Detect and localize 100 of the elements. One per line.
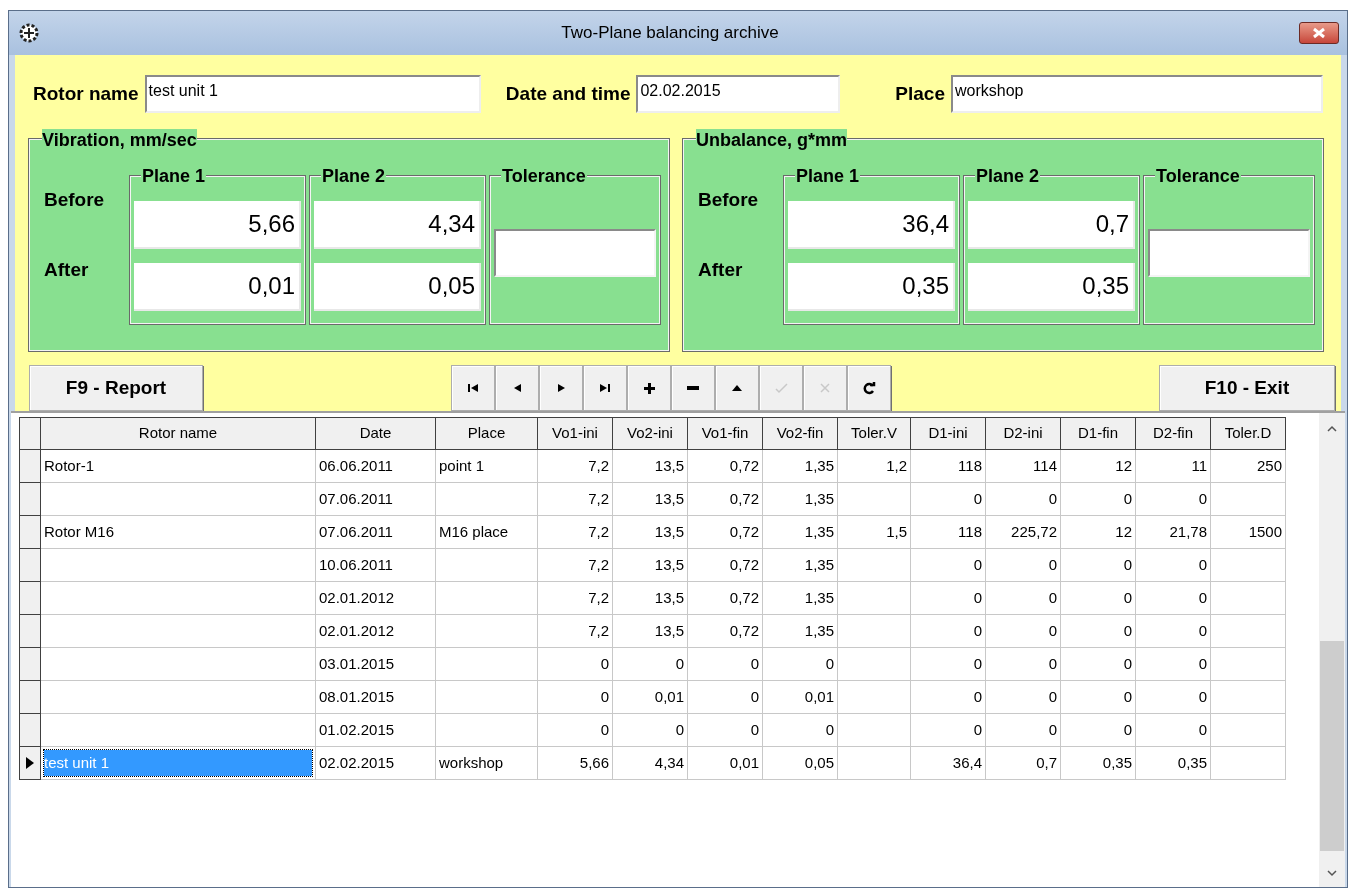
table-cell: Rotor-1: [41, 450, 316, 483]
column-header[interactable]: D2-fin: [1136, 417, 1211, 450]
column-header[interactable]: D1-fin: [1061, 417, 1136, 450]
table-cell: 0: [1136, 681, 1211, 714]
table-cell: 0: [763, 714, 838, 747]
navigator-button[interactable]: [583, 365, 627, 411]
table-cell: 0: [688, 648, 763, 681]
report-button[interactable]: F9 - Report: [29, 365, 203, 411]
value-field[interactable]: 0,35: [788, 263, 955, 311]
column-header[interactable]: Vo1-fin: [688, 417, 763, 450]
table-cell: 0: [986, 549, 1061, 582]
column-header[interactable]: Toler.D: [1211, 417, 1286, 450]
table-cell: workshop: [436, 747, 538, 780]
table-cell: 0: [1061, 483, 1136, 516]
tolerance-field[interactable]: [494, 229, 656, 277]
table-cell: 08.01.2015: [316, 681, 436, 714]
table-cell: 0,35: [1061, 747, 1136, 780]
text-field[interactable]: workshop: [951, 75, 1323, 113]
table-cell: 12: [1061, 450, 1136, 483]
table-cell: 1,5: [838, 516, 911, 549]
table-cell: 0: [1136, 615, 1211, 648]
row-indicator[interactable]: [19, 483, 41, 516]
field-label: Place: [895, 81, 945, 106]
table-cell: 7,2: [538, 549, 613, 582]
table-cell: 13,5: [613, 483, 688, 516]
column-header[interactable]: Rotor name: [41, 417, 316, 450]
row-indicator[interactable]: [19, 549, 41, 582]
table-cell: 0: [986, 582, 1061, 615]
value-field[interactable]: 0,01: [134, 263, 301, 311]
row-indicator[interactable]: [19, 516, 41, 549]
table-cell: 07.06.2011: [316, 516, 436, 549]
row-indicator[interactable]: [19, 582, 41, 615]
current-row-icon: [26, 757, 34, 769]
indicator-header: [19, 417, 41, 450]
table-cell: 0,01: [613, 681, 688, 714]
column-header[interactable]: D2-ini: [986, 417, 1061, 450]
value-field[interactable]: 0,05: [314, 263, 481, 311]
table-cell: 0: [911, 681, 986, 714]
table-cell: 0: [613, 714, 688, 747]
value-field[interactable]: 5,66: [134, 201, 301, 249]
table-cell: 0: [986, 483, 1061, 516]
value-field[interactable]: 0,35: [968, 263, 1135, 311]
table-cell: 0: [911, 714, 986, 747]
tolerance-field[interactable]: [1148, 229, 1310, 277]
row-indicator[interactable]: [19, 714, 41, 747]
column-header[interactable]: D1-ini: [911, 417, 986, 450]
column-header[interactable]: Vo1-ini: [538, 417, 613, 450]
table-cell: 0,01: [688, 747, 763, 780]
table-cell: 13,5: [613, 450, 688, 483]
row-label: Before: [44, 188, 106, 212]
navigator-button[interactable]: [451, 365, 495, 411]
value-field[interactable]: 4,34: [314, 201, 481, 249]
table-cell: 0: [763, 648, 838, 681]
window-title: Two-Plane balancing archive: [560, 22, 780, 45]
value-field[interactable]: 36,4: [788, 201, 955, 249]
column-header[interactable]: Date: [316, 417, 436, 450]
column-header[interactable]: Place: [436, 417, 538, 450]
navigator-button[interactable]: [671, 365, 715, 411]
table-cell: 0: [986, 648, 1061, 681]
row-indicator[interactable]: [19, 747, 41, 780]
table-cell: 1,35: [763, 549, 838, 582]
table-cell: 114: [986, 450, 1061, 483]
row-indicator[interactable]: [19, 648, 41, 681]
table-cell: 0: [1061, 615, 1136, 648]
exit-button[interactable]: F10 - Exit: [1159, 365, 1335, 411]
table-cell: 07.06.2011: [316, 483, 436, 516]
close-button[interactable]: [1299, 22, 1339, 44]
table-cell: 0,72: [688, 549, 763, 582]
table-cell: 03.01.2015: [316, 648, 436, 681]
table-cell: 0: [911, 582, 986, 615]
row-indicator[interactable]: [19, 681, 41, 714]
text-field[interactable]: 02.02.2015: [636, 75, 841, 113]
row-indicator[interactable]: [19, 615, 41, 648]
navigator-button[interactable]: [847, 365, 891, 411]
column-header[interactable]: Vo2-fin: [763, 417, 838, 450]
table-cell: 0: [911, 549, 986, 582]
table-cell: 0: [911, 483, 986, 516]
table-cell: 0,7: [986, 747, 1061, 780]
table-cell: Rotor M16: [41, 516, 316, 549]
table-cell: 0: [1061, 681, 1136, 714]
value-field[interactable]: 0,7: [968, 201, 1135, 249]
table-cell: 10.06.2011: [316, 549, 436, 582]
table-cell: 0: [538, 648, 613, 681]
table-cell: 0,05: [763, 747, 838, 780]
row-indicator[interactable]: [19, 450, 41, 483]
group-title: Vibration, mm/sec: [42, 129, 197, 151]
column-header[interactable]: Toler.V: [838, 417, 911, 450]
table-cell: 13,5: [613, 549, 688, 582]
vertical-scrollbar[interactable]: [1319, 413, 1345, 887]
text-field[interactable]: test unit 1: [144, 75, 481, 113]
scroll-thumb[interactable]: [1320, 641, 1344, 851]
table-cell: 0,72: [688, 450, 763, 483]
table-cell: 7,2: [538, 483, 613, 516]
column-header[interactable]: Vo2-ini: [613, 417, 688, 450]
table-cell: 0: [986, 615, 1061, 648]
table-cell: 02.01.2012: [316, 615, 436, 648]
table-cell: 1,35: [763, 582, 838, 615]
table-cell: 13,5: [613, 516, 688, 549]
navigator-button[interactable]: [627, 365, 671, 411]
table-cell: 1,35: [763, 450, 838, 483]
